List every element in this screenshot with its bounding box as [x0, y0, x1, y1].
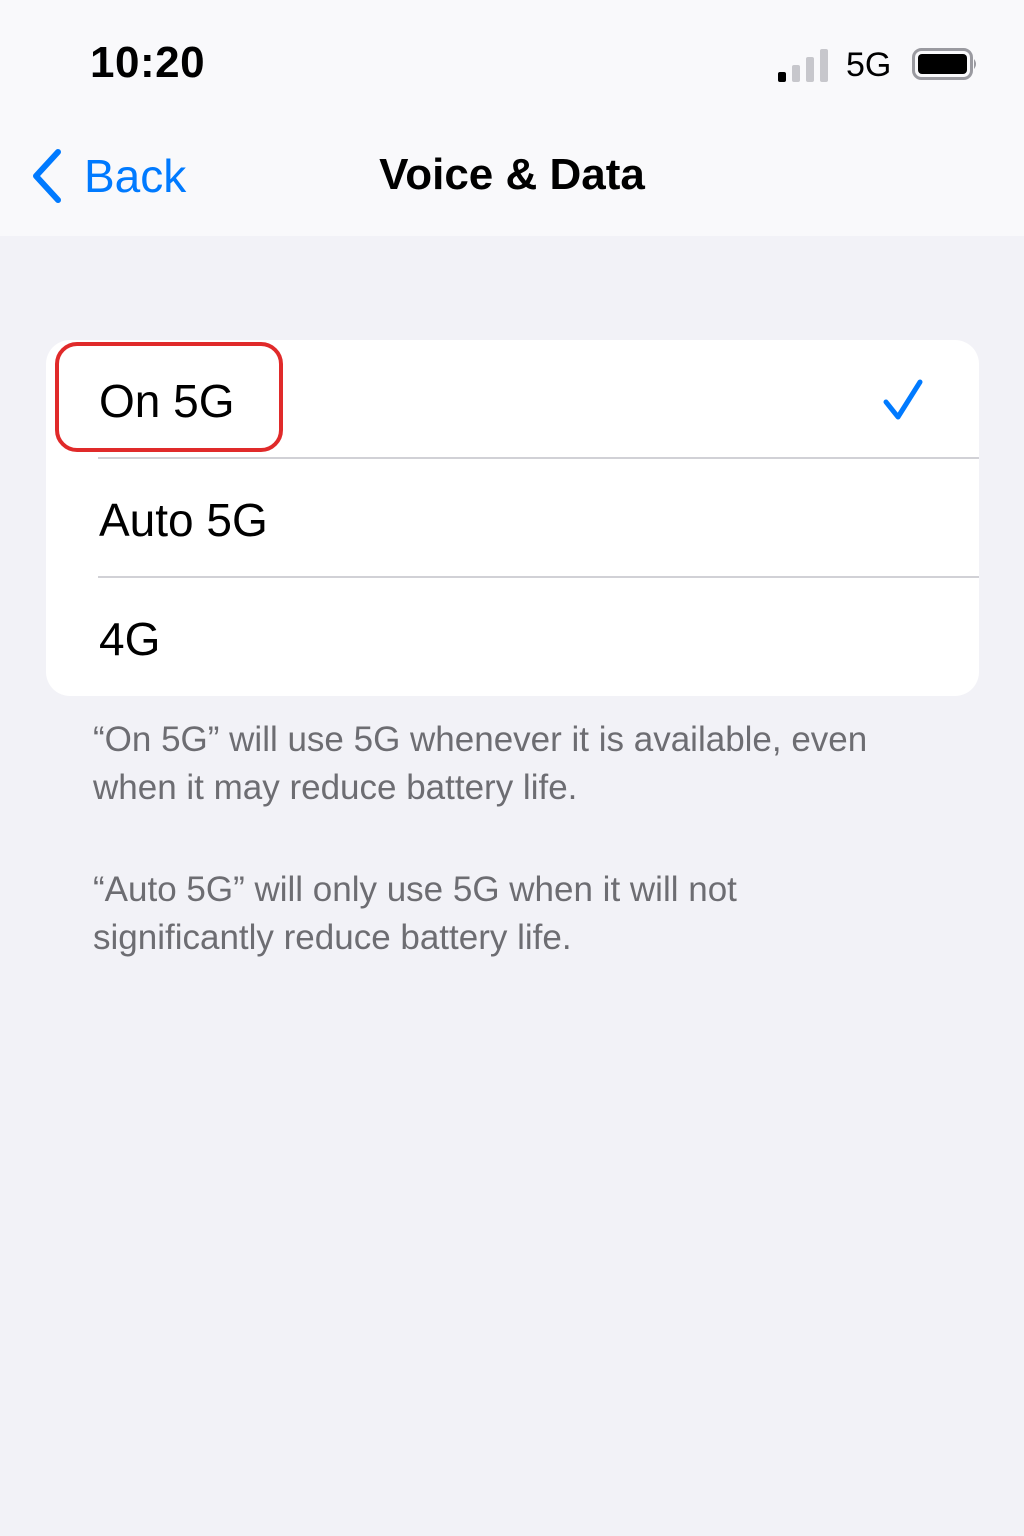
status-bar: 10:20 5G — [0, 0, 1024, 120]
battery-icon — [912, 48, 976, 80]
navigation-bar: Back Voice & Data — [0, 120, 1024, 236]
network-options-list: On 5G Auto 5G 4G — [46, 340, 979, 696]
checkmark-icon — [883, 379, 923, 420]
option-4g[interactable]: 4G — [46, 578, 979, 697]
footer-note-on-5g: “On 5G” will use 5G whenever it is avail… — [93, 720, 868, 807]
option-label: On 5G — [99, 375, 235, 427]
page-title: Voice & Data — [379, 150, 645, 199]
footer-note-auto-5g: “Auto 5G” will only use 5G when it will … — [93, 870, 737, 957]
network-type-label: 5G — [846, 46, 892, 84]
option-label: 4G — [99, 613, 161, 665]
option-on-5g[interactable]: On 5G — [46, 340, 979, 459]
status-time: 10:20 — [90, 38, 206, 87]
option-label: Auto 5G — [99, 494, 268, 546]
option-auto-5g[interactable]: Auto 5G — [46, 459, 979, 578]
signal-icon — [778, 48, 828, 82]
